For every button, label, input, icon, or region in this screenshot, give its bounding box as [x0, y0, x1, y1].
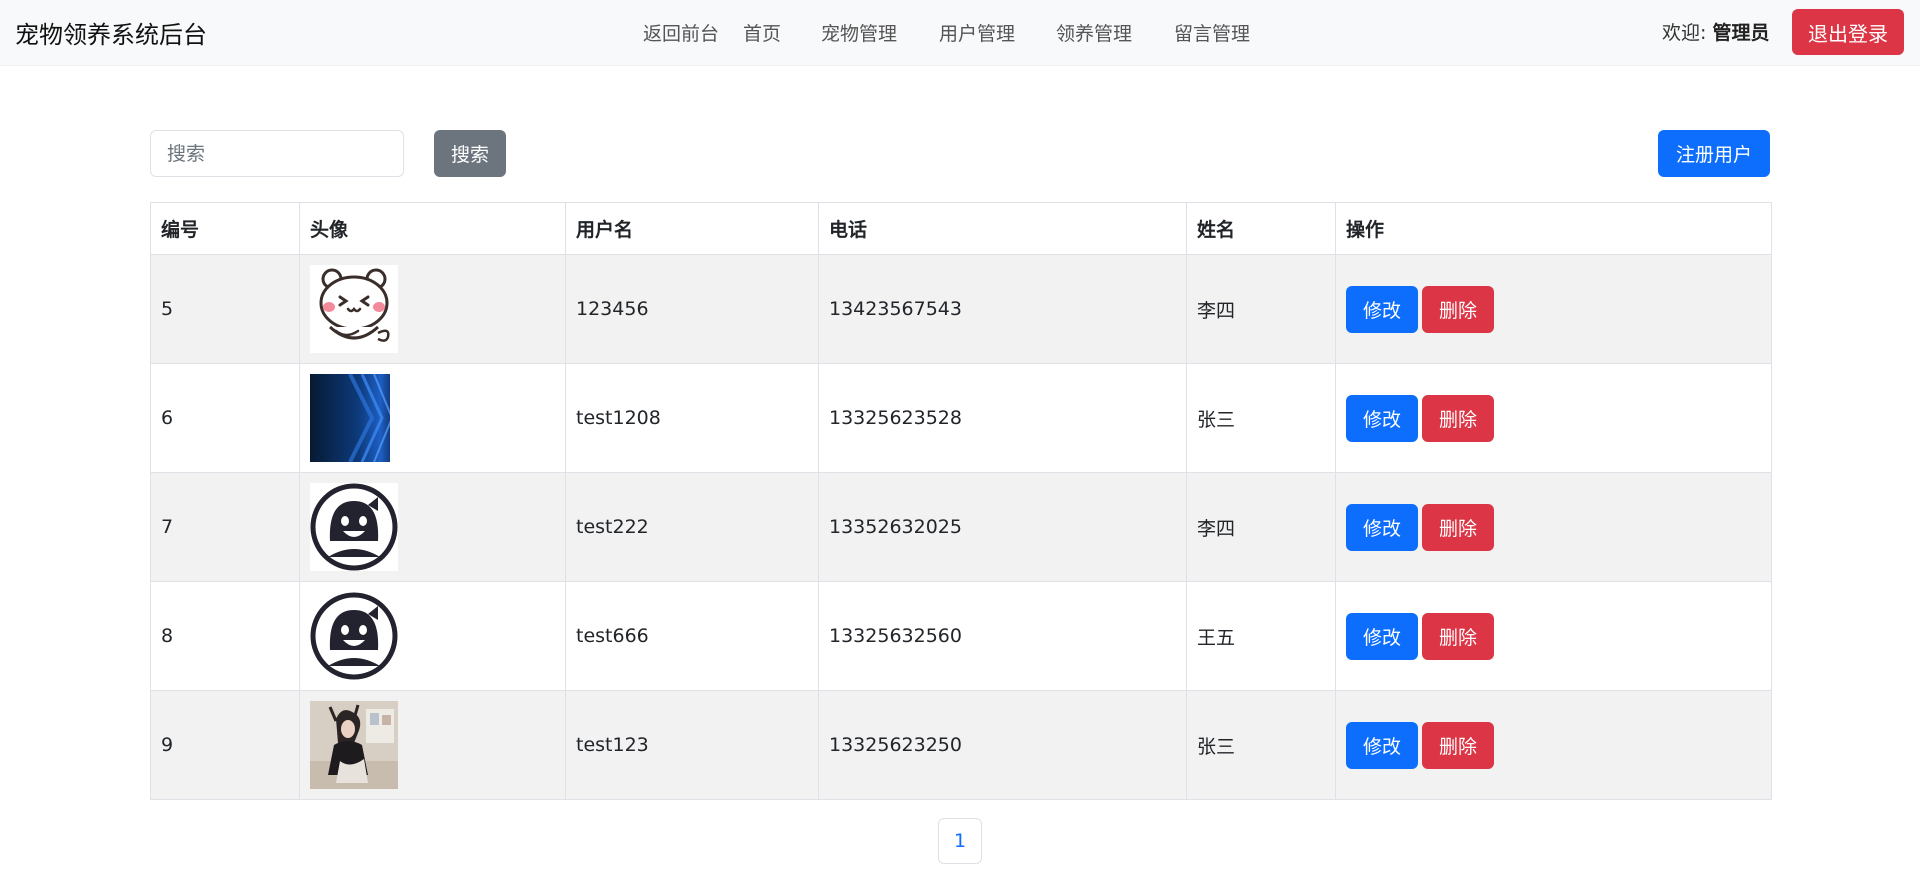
cell-id: 9 — [150, 690, 300, 800]
smiley-face-avatar — [310, 483, 398, 571]
smiley-face-avatar — [310, 592, 398, 680]
header-username: 用户名 — [565, 202, 819, 255]
cell-actions: 修改 删除 — [1335, 472, 1772, 582]
header-id: 编号 — [150, 202, 300, 255]
cell-name: 王五 — [1186, 581, 1336, 691]
cell-phone: 13325623250 — [818, 690, 1187, 800]
pagination: 1 — [938, 818, 982, 864]
cell-id: 5 — [150, 254, 300, 364]
delete-button[interactable]: 删除 — [1422, 721, 1494, 769]
cell-username: test123 — [565, 690, 819, 800]
cell-username: 123456 — [565, 254, 819, 364]
cell-name: 李四 — [1186, 254, 1336, 364]
cell-name: 张三 — [1186, 363, 1336, 473]
cell-phone: 13423567543 — [818, 254, 1187, 364]
nav-link-messages[interactable]: 留言管理 — [1174, 19, 1250, 46]
cell-phone: 13325623528 — [818, 363, 1187, 473]
delete-button[interactable]: 删除 — [1422, 612, 1494, 660]
page-link-current[interactable]: 1 — [938, 818, 982, 864]
blue-abstract-avatar — [310, 374, 398, 462]
delete-button[interactable]: 删除 — [1422, 285, 1494, 333]
edit-button[interactable]: 修改 — [1346, 503, 1418, 551]
edit-button[interactable]: 修改 — [1346, 612, 1418, 660]
nav-link-pets[interactable]: 宠物管理 — [821, 19, 897, 46]
cell-id: 7 — [150, 472, 300, 582]
nav-link-adoptions[interactable]: 领养管理 — [1056, 19, 1132, 46]
table-row: 5 123456 13423567543 李四 修改 删除 — [150, 254, 1772, 364]
cell-name: 张三 — [1186, 690, 1336, 800]
header-actions: 操作 — [1335, 202, 1772, 255]
logout-button[interactable]: 退出登录 — [1792, 9, 1904, 55]
cell-username: test222 — [565, 472, 819, 582]
photo-avatar — [310, 701, 398, 789]
welcome-text: 欢迎: 管理员 — [1662, 18, 1769, 45]
users-table: 编号 头像 用户名 电话 姓名 操作 5 123456 13423567543 … — [150, 202, 1772, 800]
table-header-row: 编号 头像 用户名 电话 姓名 操作 — [150, 202, 1772, 255]
search-input[interactable] — [150, 130, 404, 177]
delete-button[interactable]: 删除 — [1422, 394, 1494, 442]
header-phone: 电话 — [818, 202, 1187, 255]
cell-name: 李四 — [1186, 472, 1336, 582]
top-navbar: 宠物领养系统后台 返回前台 首页 宠物管理 用户管理 领养管理 留言管理 欢迎:… — [0, 0, 1920, 66]
cell-phone: 13325632560 — [818, 581, 1187, 691]
welcome-label: 欢迎: — [1662, 22, 1707, 44]
cell-username: test1208 — [565, 363, 819, 473]
edit-button[interactable]: 修改 — [1346, 394, 1418, 442]
search-button[interactable]: 搜索 — [434, 130, 506, 177]
register-user-button[interactable]: 注册用户 — [1658, 130, 1770, 177]
header-name: 姓名 — [1186, 202, 1336, 255]
cell-id: 6 — [150, 363, 300, 473]
header-avatar: 头像 — [299, 202, 566, 255]
table-row: 6 test1208 13325623528 张三 修改 删除 — [150, 363, 1772, 473]
cell-actions: 修改 删除 — [1335, 363, 1772, 473]
table-row: 7 test222 13352632025 李四 修改 删除 — [150, 472, 1772, 582]
cartoon-cat-avatar — [310, 265, 398, 353]
current-user-name: 管理员 — [1712, 22, 1770, 44]
edit-button[interactable]: 修改 — [1346, 721, 1418, 769]
nav-link-frontend[interactable]: 返回前台 — [643, 19, 719, 46]
nav-link-users[interactable]: 用户管理 — [939, 19, 1015, 46]
table-row: 8 test666 13325632560 王五 修改 删除 — [150, 581, 1772, 691]
brand-title[interactable]: 宠物领养系统后台 — [15, 15, 207, 50]
delete-button[interactable]: 删除 — [1422, 503, 1494, 551]
cell-actions: 修改 删除 — [1335, 254, 1772, 364]
cell-actions: 修改 删除 — [1335, 581, 1772, 691]
cell-actions: 修改 删除 — [1335, 690, 1772, 800]
nav-link-home[interactable]: 首页 — [743, 19, 781, 46]
cell-username: test666 — [565, 581, 819, 691]
cell-phone: 13352632025 — [818, 472, 1187, 582]
cell-id: 8 — [150, 581, 300, 691]
table-row: 9 test123 13325623250 张三 修改 删除 — [150, 690, 1772, 800]
edit-button[interactable]: 修改 — [1346, 285, 1418, 333]
